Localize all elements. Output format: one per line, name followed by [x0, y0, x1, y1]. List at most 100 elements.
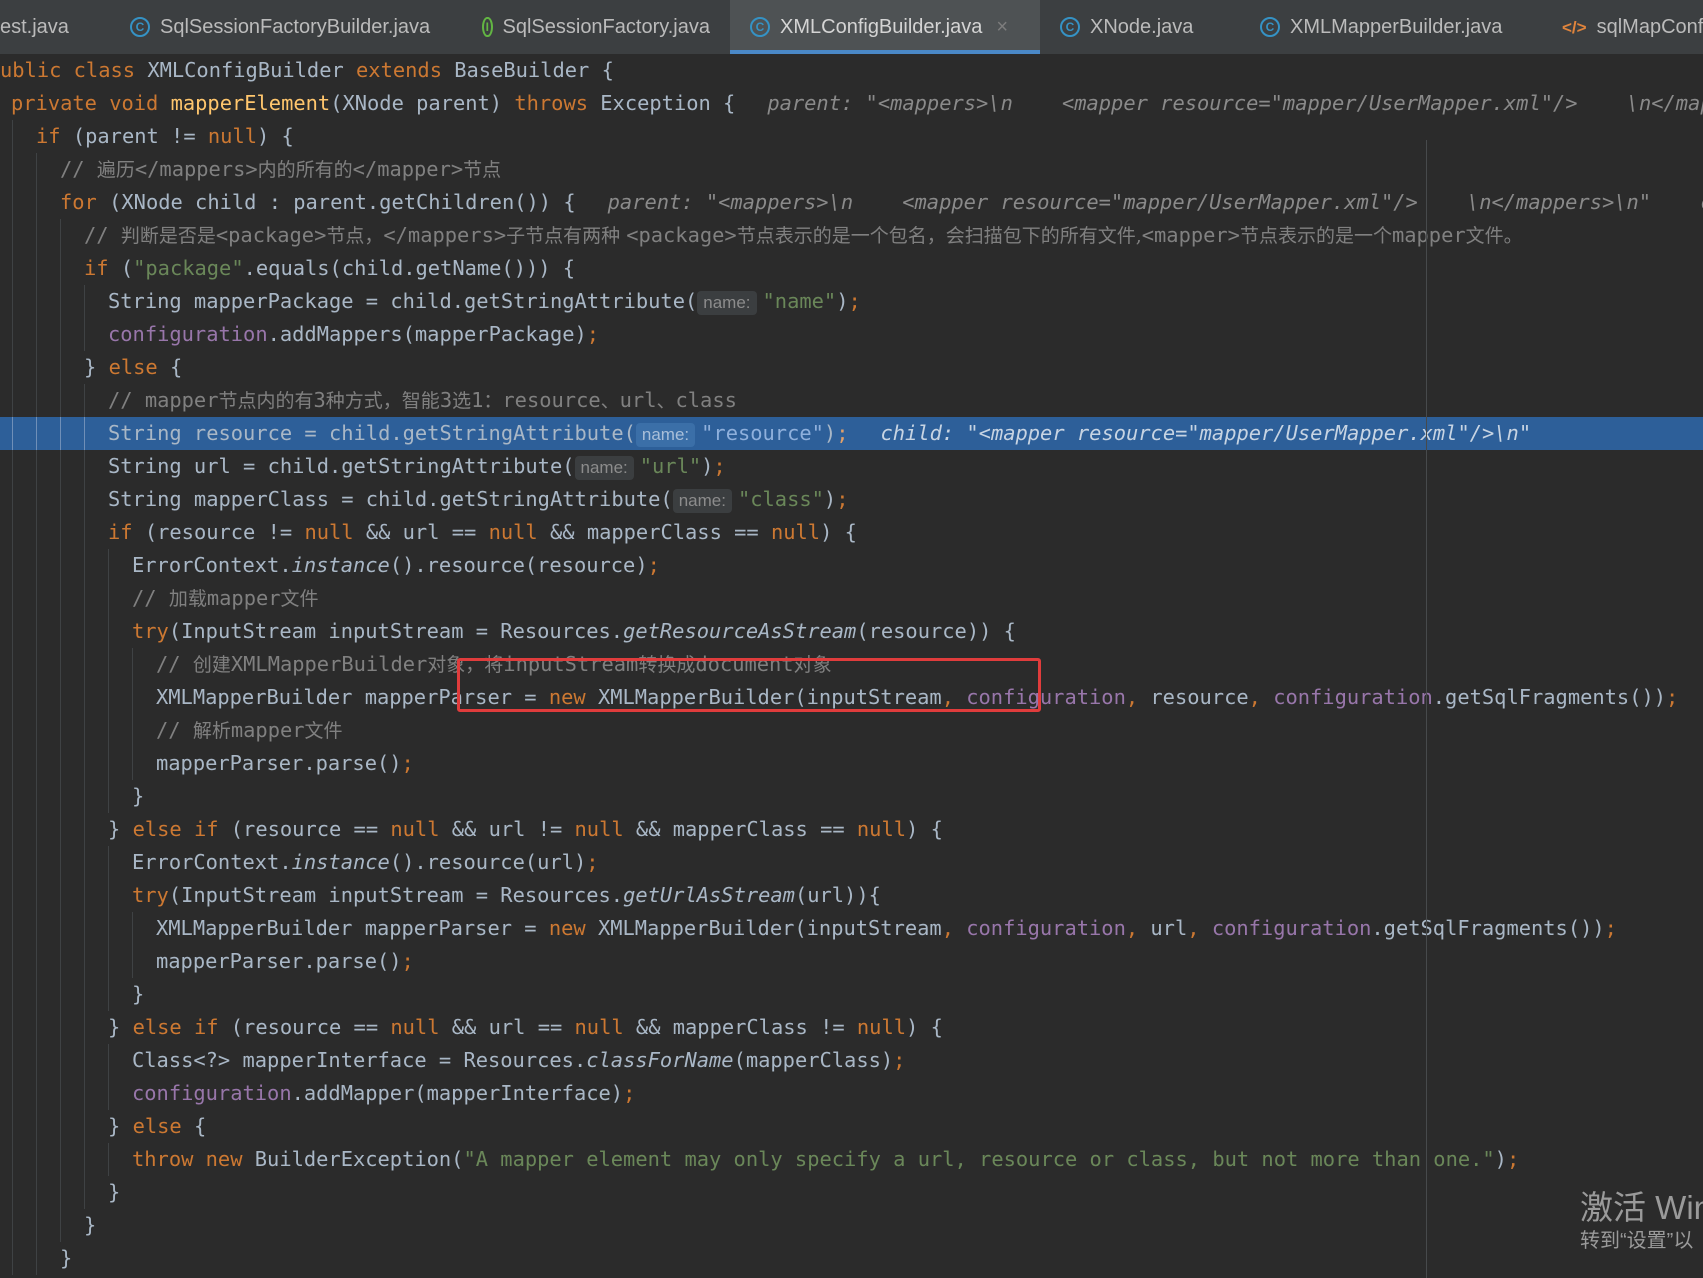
comment-token: XMLMapperBuilder [230, 652, 428, 676]
code-line[interactable]: } else { [0, 351, 1703, 384]
code-token: BaseBuilder { [454, 58, 614, 82]
tab-label: sqlMapConfig [1596, 15, 1703, 38]
code-line[interactable]: if (resource != null && url == null && m… [0, 516, 1703, 549]
code-line[interactable]: String mapperClass = child.getStringAttr… [0, 483, 1703, 516]
indent-guide [12, 879, 13, 912]
code-line[interactable]: // mapper节点内的有3种方式，智能3选1：resource、url、cl… [0, 384, 1703, 417]
indent-guide [36, 714, 37, 747]
code-line[interactable]: } else if (resource == null && url == nu… [0, 1011, 1703, 1044]
code-text: } else { [84, 351, 182, 384]
indent-guide [108, 615, 109, 648]
code-token: String url = child.getStringAttribute( [108, 454, 575, 478]
code-line[interactable]: // 加载mapper文件 [0, 582, 1703, 615]
comment-token: 、 [656, 390, 676, 412]
code-line[interactable]: configuration.addMapper(mapperInterface)… [0, 1077, 1703, 1110]
code-token: String mapperClass = child.getStringAttr… [108, 487, 673, 511]
code-line[interactable]: configuration.addMappers(mapperPackage); [0, 318, 1703, 351]
code-token: (resource == [230, 1015, 391, 1039]
code-line[interactable]: } else if (resource == null && url != nu… [0, 813, 1703, 846]
comment-token: 选 [452, 390, 472, 412]
keyword-token: try [132, 883, 169, 907]
keyword-token: ; [647, 553, 660, 577]
code-text: ErrorContext.instance().resource(url); [132, 846, 599, 879]
code-line[interactable]: String mapperPackage = child.getStringAt… [0, 285, 1703, 318]
code-line[interactable]: } else { [0, 1110, 1703, 1143]
code-line[interactable]: ublic class XMLConfigBuilder extends Bas… [0, 54, 1703, 87]
code-line[interactable]: for (XNode child : parent.getChildren())… [0, 186, 1703, 219]
code-line[interactable]: } [0, 978, 1703, 1011]
code-line[interactable]: } [0, 1209, 1703, 1242]
indent-guide [132, 912, 133, 945]
keyword-token: else [108, 355, 170, 379]
code-line[interactable]: if (parent != null) { [0, 120, 1703, 153]
code-text: configuration.addMappers(mapperPackage); [108, 318, 599, 351]
code-line[interactable]: mapperParser.parse(); [0, 747, 1703, 780]
indent-guide [12, 681, 13, 714]
code-line[interactable]: throw new BuilderException("A mapper ele… [0, 1143, 1703, 1176]
code-line[interactable]: try(InputStream inputStream = Resources.… [0, 615, 1703, 648]
code-line[interactable]: // 判断是否是<package>节点，</mappers>子节点有两种 <pa… [0, 219, 1703, 252]
code-line[interactable]: if ("package".equals(child.getName())) { [0, 252, 1703, 285]
code-token: ().resource(resource) [389, 553, 648, 577]
comment-token: // [156, 718, 193, 742]
code-line[interactable]: XMLMapperBuilder mapperParser = new XMLM… [0, 912, 1703, 945]
class-icon: C [1060, 17, 1080, 37]
indent-guide [60, 879, 61, 912]
indent-guide [36, 219, 37, 252]
comment-token: // [84, 223, 121, 247]
indent-guide [36, 945, 37, 978]
code-line[interactable]: Class<?> mapperInterface = Resources.cla… [0, 1044, 1703, 1077]
code-text: String mapperClass = child.getStringAttr… [108, 483, 848, 516]
code-token: (parent != [72, 124, 208, 148]
code-token: XMLMapperBuilder mapperParser = [156, 916, 549, 940]
code-line[interactable]: private void mapperElement(XNode parent)… [0, 87, 1703, 120]
indent-guide [12, 252, 13, 285]
code-line[interactable]: } [0, 1242, 1703, 1275]
code-line[interactable]: String url = child.getStringAttribute(na… [0, 450, 1703, 483]
code-line[interactable]: ErrorContext.instance().resource(url); [0, 846, 1703, 879]
tab-sqlsessionfactorybuilder-java[interactable]: C SqlSessionFactoryBuilder.java [110, 0, 440, 54]
code-line[interactable]: } [0, 780, 1703, 813]
indent-guide [84, 1143, 85, 1176]
highlighted-code-line[interactable]: String resource = child.getStringAttribu… [0, 417, 1703, 450]
code-token: mapperParser.parse() [156, 751, 402, 775]
indent-guide [132, 648, 133, 681]
comment-token: 内的所有的 [257, 159, 353, 181]
indent-guide [12, 648, 13, 681]
tab-sqlsessionfactory-java[interactable]: I SqlSessionFactory.java [460, 0, 710, 54]
static-method-token: getUrlAsStream [623, 883, 795, 907]
code-text: } [108, 1176, 120, 1209]
indent-guide [84, 912, 85, 945]
code-text: Class<?> mapperInterface = Resources.cla… [132, 1044, 905, 1077]
indent-guide [36, 615, 37, 648]
class-icon: C [750, 17, 770, 37]
code-line[interactable]: } [0, 1176, 1703, 1209]
code-editor[interactable]: }}} throw new BuilderException("A mapper … [0, 54, 1703, 1278]
code-line[interactable]: try(InputStream inputStream = Resources.… [0, 879, 1703, 912]
code-token: } [84, 355, 109, 379]
tab-sqlmapconfig[interactable]: </> sqlMapConfig [1540, 0, 1703, 54]
indent-guide [60, 450, 61, 483]
tab-xmlconfigbuilder-java[interactable]: C XMLConfigBuilder.java × [730, 0, 1040, 54]
code-token: String mapperPackage = child.getStringAt… [108, 289, 698, 313]
tab-est-java[interactable]: est.java [0, 0, 88, 54]
indent-guide [36, 516, 37, 549]
code-line[interactable]: mapperParser.parse(); [0, 945, 1703, 978]
tab-xnode-java[interactable]: C XNode.java [1040, 0, 1240, 54]
code-token: } [108, 1114, 133, 1138]
code-line[interactable]: ErrorContext.instance().resource(resourc… [0, 549, 1703, 582]
watermark-line-2: 转到“设置”以 [1580, 1230, 1694, 1252]
code-text: // 加载mapper文件 [132, 582, 319, 616]
indent-guide [12, 1044, 13, 1077]
windows-activation-watermark: 激活 Win 转到“设置”以 [1580, 1188, 1703, 1254]
indent-guide [132, 747, 133, 780]
close-icon[interactable]: × [996, 16, 1008, 39]
indent-guide [60, 1110, 61, 1143]
indent-guide [36, 450, 37, 483]
tab-xmlmapperbuilder-java[interactable]: C XMLMapperBuilder.java [1240, 0, 1540, 54]
code-line[interactable]: // 解析mapper文件 [0, 714, 1703, 747]
static-method-token: classForName [586, 1048, 734, 1072]
indent-guide [12, 582, 13, 615]
code-line[interactable]: // 遍历</mappers>内的所有的</mapper>节点 [0, 153, 1703, 186]
interface-icon: I [482, 17, 493, 37]
